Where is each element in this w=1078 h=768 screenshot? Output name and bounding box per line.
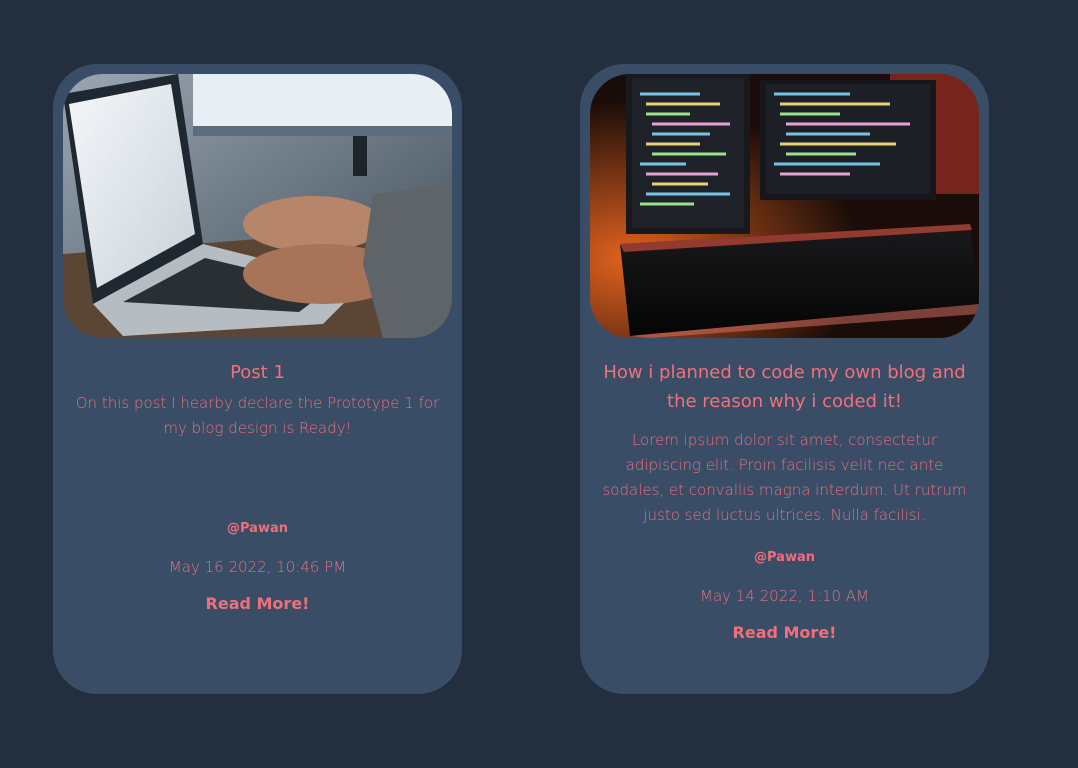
post-excerpt: Lorem ipsum dolor sit amet, consectetur …: [602, 431, 967, 524]
post-thumbnail-image: [590, 74, 979, 338]
post-excerpt: On this post I hearby declare the Protot…: [75, 394, 440, 437]
post-author: @Pawan: [754, 550, 815, 565]
post-card: Post 1 On this post I hearby declare the…: [53, 64, 462, 694]
post-title: How i planned to code my own blog and th…: [603, 362, 966, 412]
post-title: Post 1: [230, 362, 285, 383]
post-author: @Pawan: [227, 521, 288, 536]
code-monitors-keyboard-photo: [590, 74, 979, 338]
laptop-typing-photo: [63, 74, 452, 338]
post-date: May 14 2022, 1:10 AM: [700, 587, 869, 605]
read-more-link[interactable]: Read More!: [206, 594, 310, 613]
post-date: May 16 2022, 10:46 PM: [168, 558, 347, 576]
blog-posts-page: Post 1 On this post I hearby declare the…: [0, 0, 1078, 768]
post-thumbnail-image: [63, 74, 452, 338]
read-more-link[interactable]: Read More!: [733, 623, 837, 642]
post-card: How i planned to code my own blog and th…: [580, 64, 989, 694]
